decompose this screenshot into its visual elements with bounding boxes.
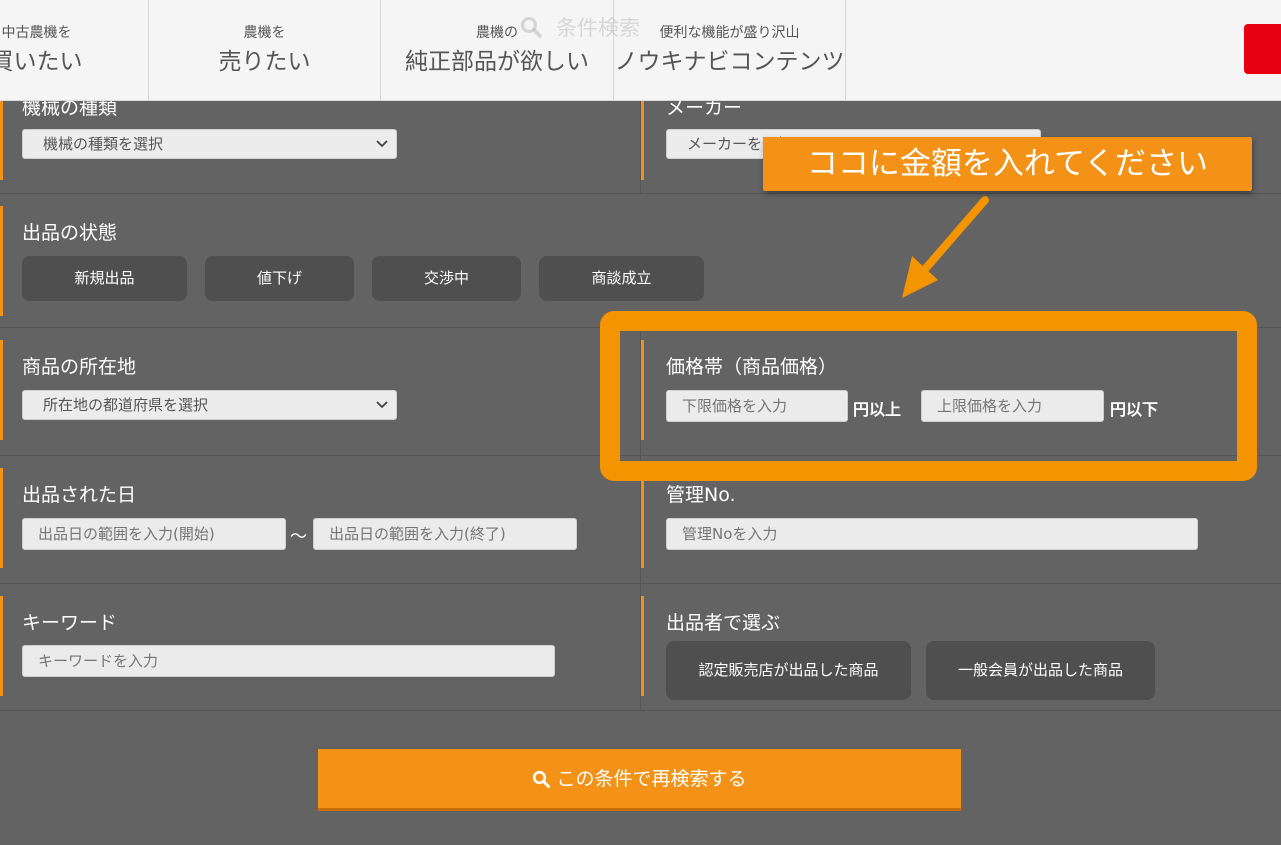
callout-label: ココに金額を入れてください [763, 137, 1252, 191]
search-icon [533, 770, 551, 788]
nav-item-buy-big: 買いたい [0, 49, 83, 75]
keyword-input[interactable] [22, 645, 555, 677]
listing-status-cell: 出品の状態 新規出品 値下げ 交渉中 商談成立 [0, 194, 1281, 328]
research-button[interactable]: この条件で再検索する [318, 749, 961, 811]
nav-item-parts-big: 純正部品が欲しい [405, 49, 589, 75]
location-cell: 商品の所在地 所在地の都道府県を選択 [0, 328, 640, 456]
listed-date-label: 出品された日 [22, 484, 137, 506]
price-max-suffix: 円以下 [1110, 400, 1159, 419]
nav-item-contents[interactable]: 便利な機能が盛り沢山 ノウキナビコンテンツ [614, 0, 846, 100]
nav-item-buy-small: 中古農機を [1, 25, 72, 41]
search-icon [521, 17, 542, 38]
machine-type-cell: 機械の種類 機械の種類を選択 [0, 97, 640, 194]
seller-dealer-button[interactable]: 認定販売店が出品した商品 [666, 641, 911, 700]
nav-item-sell-small: 農機を [243, 25, 286, 41]
price-min-suffix: 円以上 [853, 400, 902, 419]
listed-date-cell: 出品された日 ～ [0, 456, 640, 584]
research-button-label: この条件で再検索する [556, 768, 747, 790]
status-closed-button[interactable]: 商談成立 [539, 256, 704, 301]
price-min-input[interactable] [666, 390, 848, 422]
seller-member-button[interactable]: 一般会員が出品した商品 [926, 641, 1155, 700]
machine-type-select[interactable]: 機械の種類を選択 [22, 129, 397, 159]
listed-date-start-input[interactable] [22, 518, 286, 550]
nav-item-buy[interactable]: 中古農機を 買いたい [0, 0, 149, 100]
nav-item-sell-big: 売りたい [218, 49, 311, 75]
nav-item-contents-small: 便利な機能が盛り沢山 [659, 25, 800, 41]
price-cell: 価格帯（商品価格） 円以上 円以下 [641, 328, 1281, 456]
location-label: 商品の所在地 [22, 356, 137, 378]
top-nav: 中古農機を 買いたい 農機を 売りたい 農機の 純正部品が欲しい 便利な機能が盛… [0, 0, 1281, 101]
management-no-input[interactable] [666, 518, 1198, 550]
arrow-down-left-icon [902, 196, 989, 298]
nav-red-button[interactable] [1244, 24, 1281, 74]
keyword-label: キーワード [22, 612, 118, 634]
status-price-down-button[interactable]: 値下げ [205, 256, 354, 301]
management-no-label: 管理No. [666, 484, 736, 506]
status-new-button[interactable]: 新規出品 [22, 256, 187, 301]
panel-title-text: 条件検索 [556, 16, 640, 40]
seller-label: 出品者で選ぶ [666, 612, 781, 634]
machine-type-select-value: 機械の種類を選択 [43, 135, 164, 153]
seller-cell: 出品者で選ぶ 認定販売店が出品した商品 一般会員が出品した商品 [641, 584, 1281, 711]
price-label: 価格帯（商品価格） [666, 356, 838, 378]
location-select[interactable]: 所在地の都道府県を選択 [22, 390, 397, 420]
management-no-cell: 管理No. [641, 456, 1281, 584]
location-select-value: 所在地の都道府県を選択 [43, 396, 209, 414]
panel-title: 条件検索 [520, 12, 640, 42]
keyword-cell: キーワード [0, 584, 640, 711]
nav-item-sell[interactable]: 農機を 売りたい [149, 0, 381, 100]
chevron-down-icon [376, 140, 388, 148]
listed-date-separator: ～ [290, 527, 307, 547]
price-max-input[interactable] [921, 390, 1104, 422]
chevron-down-icon [376, 401, 388, 409]
listed-date-end-input[interactable] [313, 518, 577, 550]
status-negotiating-button[interactable]: 交渉中 [372, 256, 521, 301]
listing-status-label: 出品の状態 [22, 222, 118, 244]
nav-item-contents-big: ノウキナビコンテンツ [614, 49, 845, 75]
